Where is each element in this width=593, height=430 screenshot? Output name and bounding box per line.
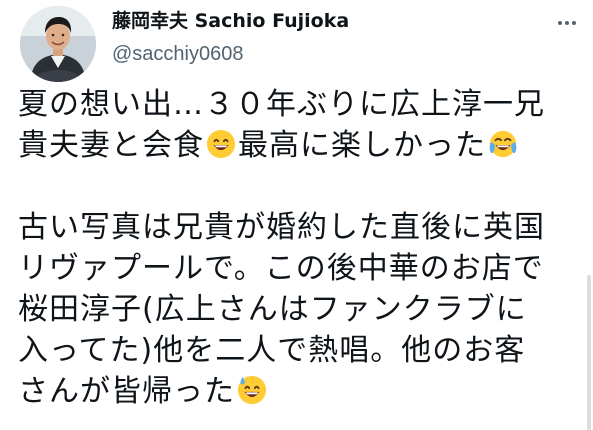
profile-photo <box>20 6 96 82</box>
scrollbar[interactable] <box>587 275 591 430</box>
tweet-line: リヴァプールで。この後中華のお店で <box>18 251 544 286</box>
more-options-icon <box>558 21 562 25</box>
grinning-face-with-sweat-emoji <box>237 375 267 405</box>
tweet-line: 桜田淳子(広上さんはファンクラブに <box>18 292 527 327</box>
tweet-line: 貴夫妻と会食 最高に楽しかった <box>18 125 578 166</box>
tweet-text: 夏の想い出…３０年ぶりに広上淳一兄 貴夫妻と会食 最高に楽しかった 古い写真は兄… <box>18 84 578 412</box>
author-block: 藤岡幸夫 Sachio Fujioka @sacchiy0608 <box>112 8 349 66</box>
user-handle[interactable]: @sacchiy0608 <box>112 42 349 66</box>
tweet-line: 夏の想い出…３０年ぶりに広上淳一兄 <box>18 87 545 122</box>
tweet-line: さんが皆帰った <box>18 371 578 412</box>
display-name[interactable]: 藤岡幸夫 Sachio Fujioka <box>112 8 349 34</box>
face-with-tears-of-joy-emoji <box>489 130 517 158</box>
tweet-line: 古い写真は兄貴が婚約した直後に英国 <box>18 210 545 245</box>
more-options-button[interactable] <box>552 10 582 36</box>
tweet-line: 入ってた)他を二人で熱唱。他のお客 <box>18 333 526 368</box>
tweet-card: 藤岡幸夫 Sachio Fujioka @sacchiy0608 夏の想い出…３… <box>0 0 593 430</box>
avatar[interactable] <box>20 6 96 82</box>
grinning-face-emoji <box>206 129 236 159</box>
